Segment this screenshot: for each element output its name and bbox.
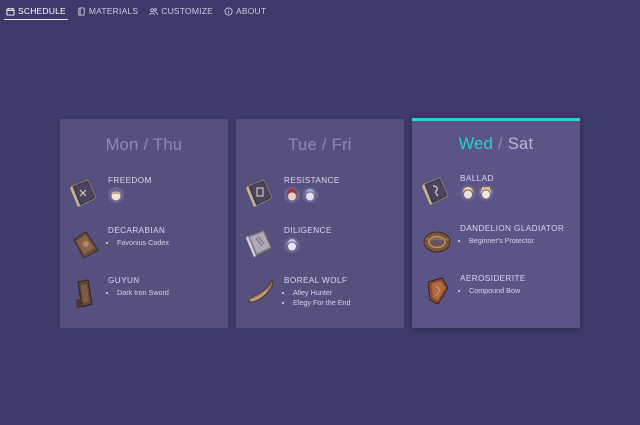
character-avatar-icon[interactable] — [478, 185, 494, 201]
day-title: Mon / Thu — [60, 136, 228, 158]
material-name: GUYUN — [108, 276, 140, 285]
material-name: DILIGENCE — [284, 226, 332, 235]
book-icon — [78, 6, 85, 16]
character-avatar-icon[interactable] — [108, 187, 124, 203]
schedule-cards: Mon / Thu FREEDOM DECARABIAN Favonius Co… — [60, 118, 580, 328]
day-title-b: Sat — [507, 135, 534, 153]
material-item[interactable]: FREEDOM — [68, 176, 224, 216]
weapon-material-icon — [73, 231, 99, 259]
material-item[interactable]: DANDELION GLADIATOR Beginner's Protector — [420, 224, 576, 264]
weapon-material-icon — [427, 277, 449, 305]
day-card-wed-sat: Wed / Sat BALLAD DANDELION GLADIATOR • B… — [412, 118, 580, 328]
material-item[interactable]: AEROSIDERITE Compound Bow — [420, 274, 576, 314]
weapon-name: Compound Bow — [469, 286, 575, 295]
material-item[interactable]: BOREAL WOLF Alley Hunter Elegy For the E… — [244, 276, 400, 316]
character-avatar-icon[interactable] — [284, 187, 300, 203]
day-title: Tue / Fri — [236, 136, 404, 158]
material-item[interactable]: DECARABIAN Favonius Codex — [68, 226, 224, 266]
nav-customize[interactable]: CUSTOMIZE — [147, 2, 215, 20]
users-icon — [149, 7, 159, 15]
nav-materials[interactable]: MATERIALS — [75, 2, 140, 20]
talent-book-icon — [246, 229, 273, 257]
weapon-material-icon — [423, 231, 451, 253]
talent-book-icon — [70, 179, 97, 207]
nav-schedule-label: SCHEDULE — [18, 6, 66, 16]
weapon-material-icon — [246, 278, 274, 303]
character-avatar-icon[interactable] — [302, 187, 318, 203]
weapon-name: Beginner's Protector — [469, 236, 575, 245]
nav-materials-label: MATERIALS — [88, 6, 139, 16]
day-title: Wed / Sat — [412, 135, 580, 157]
material-name: BOREAL WOLF — [284, 276, 348, 285]
day-title-separator: / — [316, 136, 332, 154]
weapon-name: Favonius Codex — [117, 238, 223, 247]
day-title-b: Thu — [153, 136, 183, 154]
material-item[interactable]: GUYUN Dark Iron Sword — [68, 276, 224, 316]
character-avatar-icon[interactable] — [284, 237, 300, 253]
material-name: RESISTANCE — [284, 176, 340, 185]
day-title-a: Wed — [458, 135, 494, 153]
day-title-separator: / — [493, 135, 508, 153]
top-nav: SCHEDULE MATERIALS CUSTOMIZE ABOUT — [0, 0, 275, 22]
nav-schedule[interactable]: SCHEDULE — [4, 2, 68, 20]
nav-customize-label: CUSTOMIZE — [161, 6, 213, 16]
day-title-a: Mon — [105, 136, 139, 154]
material-name: BALLAD — [460, 174, 494, 183]
character-avatar-icon[interactable] — [460, 185, 476, 201]
material-name: AEROSIDERITE — [460, 274, 526, 283]
day-title-separator: / — [138, 136, 153, 154]
day-title-b: Fri — [331, 136, 352, 154]
weapon-name: Alley Hunter — [293, 288, 399, 297]
calendar-icon — [6, 7, 15, 16]
material-item[interactable]: RESISTANCE — [244, 176, 400, 216]
material-item[interactable]: DILIGENCE — [244, 226, 400, 266]
day-card-mon-thu: Mon / Thu FREEDOM DECARABIAN Favonius Co… — [60, 119, 228, 328]
material-name: DANDELION GLADIATOR — [460, 224, 565, 233]
weapon-name: Dark Iron Sword — [117, 288, 223, 297]
weapon-material-icon — [76, 279, 93, 308]
material-name: FREEDOM — [108, 176, 152, 185]
nav-about-label: ABOUT — [235, 6, 267, 16]
info-icon — [224, 6, 233, 16]
material-name: DECARABIAN — [108, 226, 166, 235]
talent-book-icon — [422, 177, 449, 205]
material-item[interactable]: BALLAD — [420, 174, 576, 214]
nav-about[interactable]: ABOUT — [222, 2, 268, 20]
talent-book-icon — [246, 179, 273, 207]
weapon-name: Elegy For the End — [293, 298, 399, 307]
day-title-a: Tue — [288, 136, 317, 154]
day-card-tue-fri: Tue / Fri RESISTANCE DILIGENCE BOREAL WO… — [236, 119, 404, 328]
